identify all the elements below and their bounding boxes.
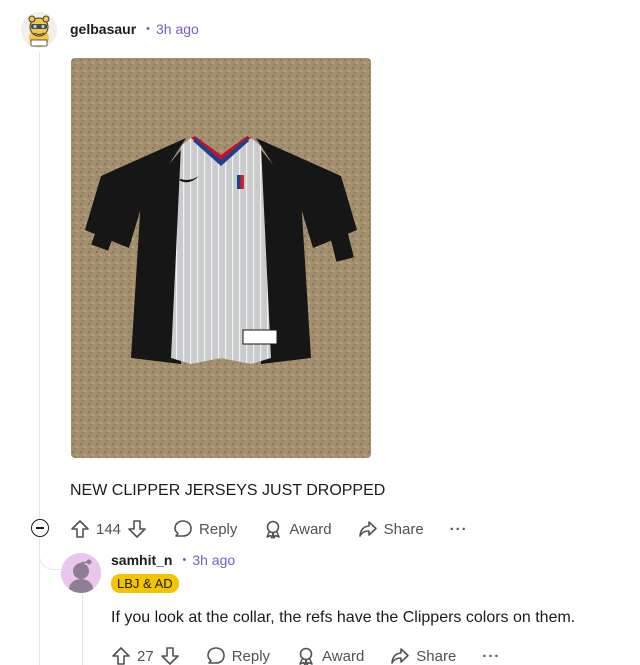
vote-count: 27 <box>137 647 154 665</box>
reply-button[interactable]: Reply <box>173 519 237 539</box>
downvote-button[interactable] <box>127 519 147 539</box>
reply-header: samhit_n • 3h ago <box>111 552 235 568</box>
comment-header: gelbasaur • 3h ago <box>70 21 199 37</box>
timestamp[interactable]: 3h ago <box>156 21 199 37</box>
speech-bubble-icon <box>174 520 192 537</box>
reply-label: Reply <box>231 647 271 665</box>
collapse-button[interactable] <box>31 519 49 537</box>
reply-button[interactable]: Reply <box>206 646 270 665</box>
award-button[interactable]: Award <box>263 519 332 539</box>
avatar[interactable] <box>21 12 57 48</box>
share-label: Share <box>416 647 457 665</box>
upvote-button[interactable] <box>70 519 90 539</box>
avatar[interactable] <box>61 553 101 593</box>
user-flair: LBJ & AD <box>111 574 179 593</box>
author-name[interactable]: gelbasaur <box>70 21 136 37</box>
arrow-up-icon <box>112 647 130 665</box>
separator-dot: • <box>182 554 187 566</box>
arrow-down-icon <box>128 520 146 538</box>
arrow-down-icon <box>160 647 179 665</box>
reply-actions: 27 Reply Award Share ··· <box>111 643 500 665</box>
comment-thread: gelbasaur • 3h ago NEW CLIPPER JERSEYS J… <box>0 0 640 665</box>
downvote-button[interactable] <box>160 646 180 665</box>
award-label: Award <box>322 647 365 665</box>
comment-actions: 144 Reply Award Share ··· <box>70 516 468 542</box>
separator-dot: • <box>146 23 150 35</box>
jersey-image <box>71 58 371 458</box>
author-name[interactable]: samhit_n <box>111 552 172 568</box>
more-options-button[interactable]: ··· <box>450 521 468 538</box>
snoo-avatar-icon <box>61 553 101 593</box>
reply-body: If you look at the collar, the refs have… <box>111 609 576 626</box>
timestamp[interactable]: 3h ago <box>192 552 235 568</box>
comment-body: NEW CLIPPER JERSEYS JUST DROPPED <box>70 482 386 499</box>
share-arrow-icon <box>391 648 410 664</box>
more-options-button[interactable]: ··· <box>482 648 500 665</box>
share-button[interactable]: Share <box>358 519 424 539</box>
award-button[interactable]: Award <box>296 646 364 665</box>
jersey-photo[interactable] <box>71 58 371 458</box>
award-label: Award <box>289 520 332 538</box>
share-label: Share <box>383 520 424 538</box>
vote-count: 144 <box>96 520 122 538</box>
arrow-up-icon <box>71 520 89 538</box>
share-arrow-icon <box>358 521 377 537</box>
reply-label: Reply <box>199 520 238 538</box>
upvote-button[interactable] <box>111 646 131 665</box>
minus-circle-icon <box>36 527 44 529</box>
award-ribbon-icon <box>299 647 313 665</box>
award-ribbon-icon <box>266 520 281 539</box>
speech-bubble-icon <box>206 647 225 664</box>
reply-connector <box>39 540 61 570</box>
reply-thread-line[interactable] <box>82 593 83 665</box>
snoo-avatar-icon <box>21 12 57 48</box>
thread-line[interactable] <box>39 52 40 665</box>
share-button[interactable]: Share <box>390 646 456 665</box>
